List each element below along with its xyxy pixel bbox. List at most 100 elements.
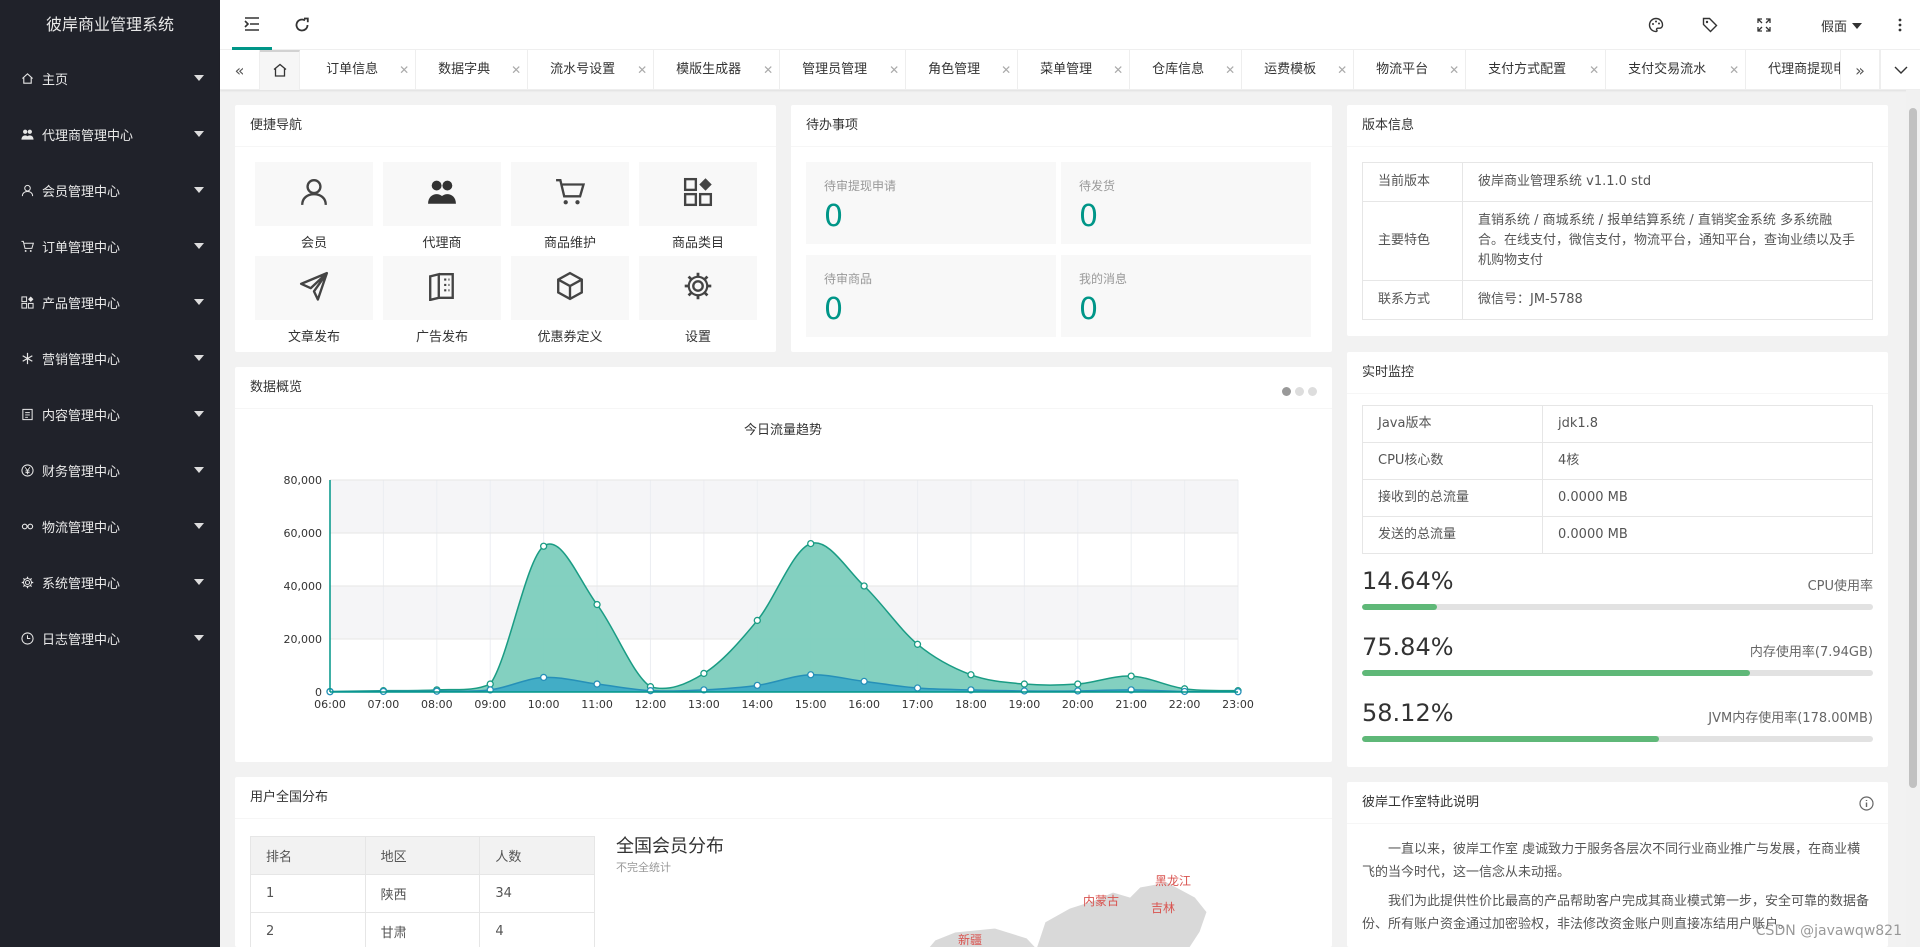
- china-map[interactable]: 黑龙江 内蒙古 吉林 新疆: [795, 842, 1295, 947]
- shortcut-label[interactable]: 商品维护: [511, 232, 629, 251]
- shortcut-label[interactable]: 广告发布: [383, 326, 501, 345]
- clock-icon: [20, 631, 34, 645]
- more-button[interactable]: [1880, 0, 1920, 50]
- todo-item-2[interactable]: 待审商品 0: [806, 255, 1056, 337]
- sidebar-item-9[interactable]: 系统管理中心: [0, 554, 220, 610]
- tab-11[interactable]: 支付交易流水 ✕: [1606, 50, 1747, 90]
- double-left-icon: «: [234, 60, 245, 80]
- series-point-1: [807, 671, 815, 679]
- info-icon: [1859, 796, 1874, 811]
- distribution-header[interactable]: 排名: [250, 836, 366, 875]
- close-icon[interactable]: ✕: [1225, 50, 1235, 90]
- tab-home[interactable]: [260, 50, 300, 90]
- cube-icon: [555, 271, 585, 305]
- tabs-scroll-left-button[interactable]: «: [220, 50, 260, 90]
- link-icon: [20, 519, 34, 533]
- caret-down-icon: [194, 187, 204, 193]
- page-scrollbar[interactable]: [1906, 90, 1920, 947]
- fullscreen-button[interactable]: [1744, 0, 1784, 50]
- shortcut-label[interactable]: 文章发布: [255, 326, 373, 345]
- carousel-dot-1[interactable]: [1282, 387, 1291, 396]
- shortcut-1[interactable]: [383, 162, 501, 226]
- caret-down-icon: [194, 355, 204, 361]
- palette-icon: [1648, 17, 1664, 33]
- info-button[interactable]: [1859, 796, 1874, 815]
- carousel-dot-2[interactable]: [1295, 387, 1304, 396]
- y-tick-label: 20,000: [284, 633, 323, 646]
- tab-1[interactable]: 数据字典 ✕: [416, 50, 529, 90]
- tab-3[interactable]: 模版生成器 ✕: [654, 50, 781, 90]
- close-icon[interactable]: ✕: [1449, 50, 1459, 90]
- tabs-bar: « 订单信息 ✕ 数据字典 ✕ 流水号设置 ✕ 模版生成器 ✕ 管理员管理 ✕ 角色管理 ✕ 菜单管理 ✕…: [220, 50, 1920, 90]
- carousel-dot-3[interactable]: [1308, 387, 1317, 396]
- close-icon[interactable]: ✕: [1337, 50, 1347, 90]
- tab-7[interactable]: 仓库信息 ✕: [1130, 50, 1243, 90]
- close-icon[interactable]: ✕: [889, 50, 899, 90]
- shortcut-2[interactable]: [511, 162, 629, 226]
- shortcut-label[interactable]: 会员: [255, 232, 373, 251]
- close-icon[interactable]: ✕: [399, 50, 409, 90]
- tab-2[interactable]: 流水号设置 ✕: [528, 50, 655, 90]
- shortcut-6[interactable]: [511, 256, 629, 320]
- tab-8[interactable]: 运费模板 ✕: [1242, 50, 1355, 90]
- close-icon[interactable]: ✕: [637, 50, 647, 90]
- sidebar-item-3[interactable]: 订单管理中心: [0, 218, 220, 274]
- tabs-scroll-right-button[interactable]: »: [1840, 50, 1880, 90]
- x-tick-label: 07:00: [368, 698, 400, 711]
- tab-6[interactable]: 菜单管理 ✕: [1018, 50, 1131, 90]
- tab-4[interactable]: 管理员管理 ✕: [780, 50, 907, 90]
- todo-item-1[interactable]: 待发货 0: [1061, 162, 1311, 244]
- refresh-button[interactable]: [282, 0, 322, 50]
- close-icon[interactable]: ✕: [511, 50, 521, 90]
- tab-5[interactable]: 角色管理 ✕: [906, 50, 1019, 90]
- tab-12[interactable]: 代理商提现申: [1746, 50, 1840, 90]
- tabs-dropdown-button[interactable]: [1880, 50, 1920, 90]
- sidebar-item-4[interactable]: 产品管理中心: [0, 274, 220, 330]
- close-icon[interactable]: ✕: [763, 50, 773, 90]
- sidebar-item-8[interactable]: 物流管理中心: [0, 498, 220, 554]
- scrollbar-thumb[interactable]: [1909, 108, 1917, 788]
- user-menu[interactable]: 假面: [1821, 16, 1862, 35]
- shortcut-4[interactable]: [255, 256, 373, 320]
- shortcut-3[interactable]: [639, 162, 757, 226]
- theme-button[interactable]: [1636, 0, 1676, 50]
- shortcut-label[interactable]: 设置: [639, 326, 757, 345]
- version-panel: 版本信息 当前版本 彼岸商业管理系统 v1.1.0 std 主要特色 直销系统 / 商…: [1347, 105, 1888, 336]
- sidebar-item-2[interactable]: 会员管理中心: [0, 162, 220, 218]
- distribution-header[interactable]: 人数: [479, 836, 595, 875]
- distribution-header[interactable]: 地区: [364, 836, 481, 875]
- sidebar-item-10[interactable]: 日志管理中心: [0, 610, 220, 666]
- series-point-1: [860, 677, 868, 686]
- shortcut-label[interactable]: 代理商: [383, 232, 501, 251]
- tab-9[interactable]: 物流平台 ✕: [1354, 50, 1467, 90]
- todo-item-0[interactable]: 待审提现申请 0: [806, 162, 1056, 244]
- sidebar-item-5[interactable]: 营销管理中心: [0, 330, 220, 386]
- tag-button[interactable]: [1690, 0, 1730, 50]
- map-region-west[interactable]: [925, 927, 1040, 947]
- version-panel-title: 版本信息: [1347, 105, 1888, 147]
- sidebar-item-label: 会员管理中心: [42, 184, 121, 200]
- collapse-sidebar-button[interactable]: [232, 0, 272, 50]
- close-icon[interactable]: ✕: [1113, 50, 1123, 90]
- shortcut-7[interactable]: [639, 256, 757, 320]
- close-icon[interactable]: ✕: [1001, 50, 1011, 90]
- caret-down-icon: [194, 579, 204, 585]
- sidebar-item-1[interactable]: 代理商管理中心: [0, 106, 220, 162]
- shortcut-5[interactable]: [383, 256, 501, 320]
- x-tick-label: 20:00: [1062, 698, 1094, 711]
- map-region-north[interactable]: [1035, 881, 1208, 947]
- sidebar-item-0[interactable]: 主页: [0, 50, 220, 106]
- sidebar-item-7[interactable]: 财务管理中心: [0, 442, 220, 498]
- user-icon: [299, 177, 329, 211]
- close-icon[interactable]: ✕: [1589, 50, 1599, 90]
- tab-10[interactable]: 支付方式配置 ✕: [1466, 50, 1607, 90]
- shortcut-label[interactable]: 优惠券定义: [511, 326, 629, 345]
- monitor-value: jdk1.8: [1542, 405, 1873, 443]
- close-icon[interactable]: ✕: [1729, 50, 1739, 90]
- tab-0[interactable]: 订单信息 ✕: [304, 50, 417, 90]
- shortcut-0[interactable]: [255, 162, 373, 226]
- sidebar-item-6[interactable]: 内容管理中心: [0, 386, 220, 442]
- shortcut-label[interactable]: 商品类目: [639, 232, 757, 251]
- todo-item-3[interactable]: 我的消息 0: [1061, 255, 1311, 337]
- top-header: 假面: [220, 0, 1920, 50]
